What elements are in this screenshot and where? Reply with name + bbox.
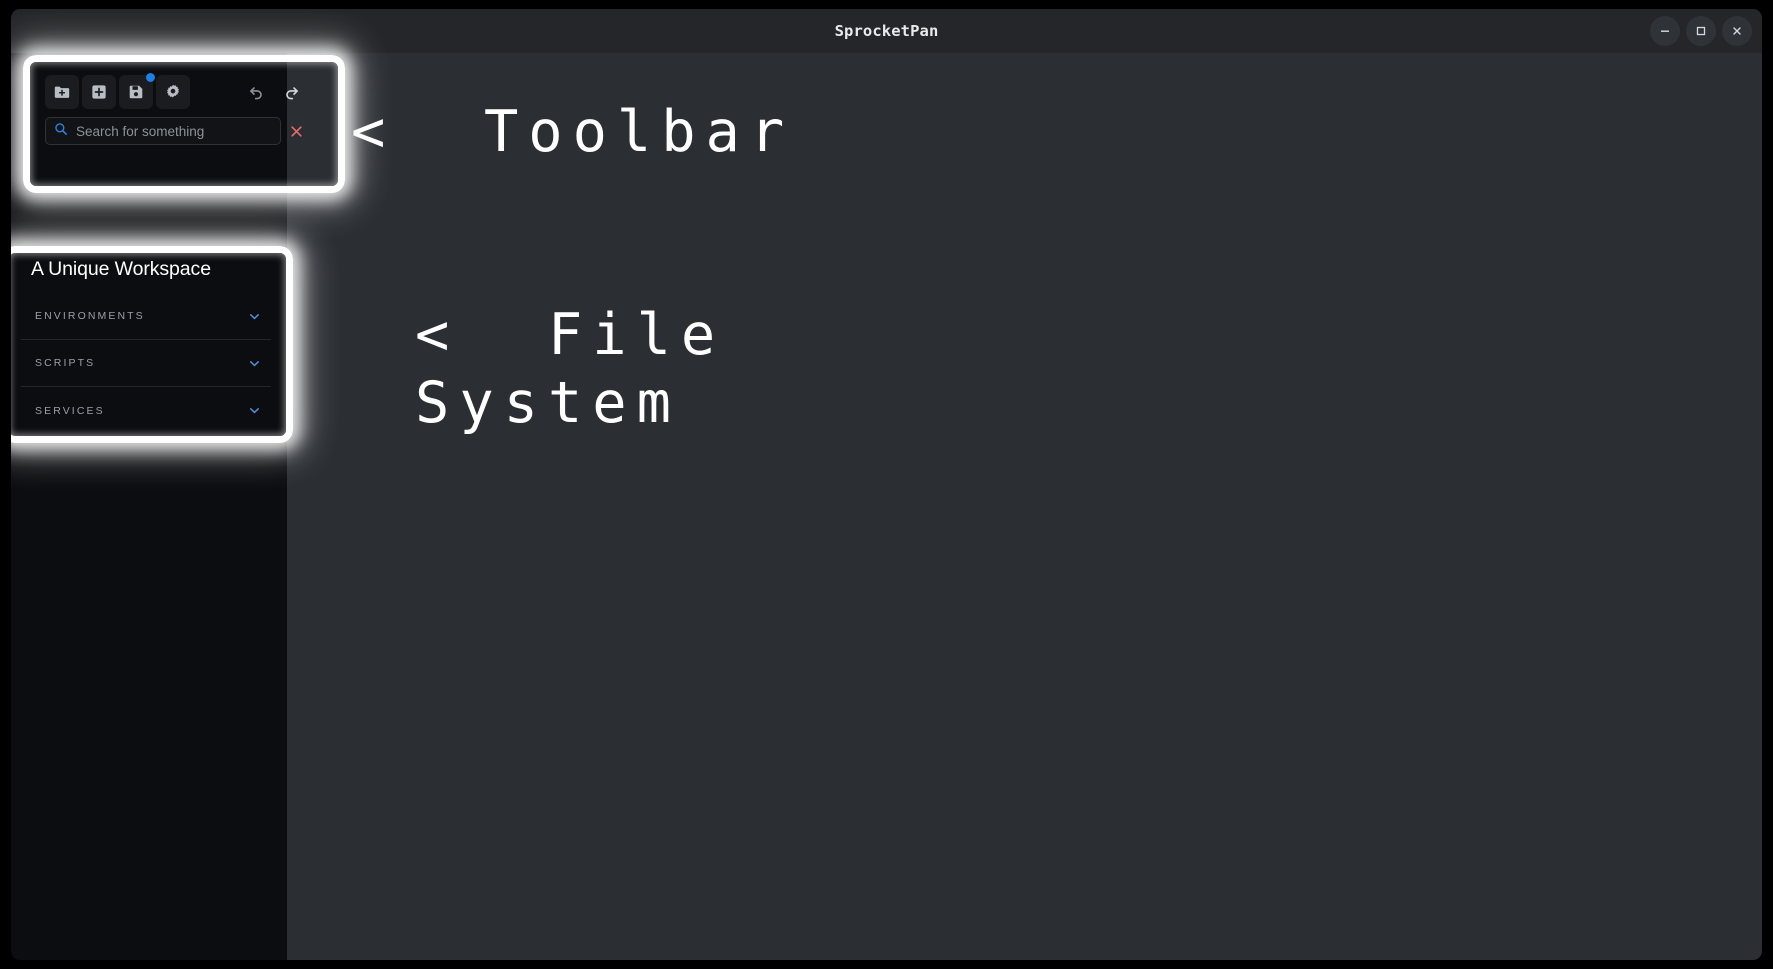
search-input[interactable] xyxy=(76,123,272,139)
annotation-toolbar: < Toolbar xyxy=(351,99,795,165)
sidebar-item-label: SCRIPTS xyxy=(35,357,96,369)
application-window: SprocketPan Search for something A Uniqu… xyxy=(11,9,1762,960)
new-folder-button[interactable] xyxy=(45,75,79,109)
toolbar-panel xyxy=(40,72,314,151)
workspace-title: A Unique Workspace xyxy=(31,258,211,280)
maximize-button[interactable] xyxy=(1686,16,1716,46)
workspace-panel: A Unique Workspace ENVIRONMENTS SCRIPTS … xyxy=(21,258,271,434)
chevron-down-icon[interactable] xyxy=(248,404,261,417)
annotation-file-system-line1: < File xyxy=(415,302,726,368)
window-controls xyxy=(1650,9,1752,53)
search-icon xyxy=(54,122,68,141)
sidebar-item-scripts[interactable]: SCRIPTS xyxy=(21,340,271,387)
undo-button[interactable] xyxy=(238,75,272,109)
minimize-button[interactable] xyxy=(1650,16,1680,46)
chevron-down-icon[interactable] xyxy=(248,310,261,323)
settings-button[interactable] xyxy=(156,75,190,109)
toolbar-button-row xyxy=(40,72,314,109)
window-title: SprocketPan xyxy=(834,22,939,40)
save-badge-dot xyxy=(146,73,155,82)
search-row xyxy=(40,109,314,151)
new-item-button[interactable] xyxy=(82,75,116,109)
annotation-file-system-line2: System xyxy=(415,370,681,437)
search-field[interactable] xyxy=(45,117,281,145)
chevron-down-icon[interactable] xyxy=(248,357,261,370)
sidebar-item-label: SERVICES xyxy=(35,404,105,417)
sidebar: A Unique Workspace ENVIRONMENTS SCRIPTS … xyxy=(11,53,345,960)
sidebar-item-label: ENVIRONMENTS xyxy=(35,310,145,322)
title-bar: SprocketPan xyxy=(11,9,1762,54)
main-content-area: < Toolbar < File System xyxy=(287,53,1762,960)
close-button[interactable] xyxy=(1722,16,1752,46)
sidebar-item-services[interactable]: SERVICES xyxy=(21,387,271,434)
save-button[interactable] xyxy=(119,73,155,109)
window-body: A Unique Workspace ENVIRONMENTS SCRIPTS … xyxy=(11,53,1762,960)
sidebar-item-environments[interactable]: ENVIRONMENTS xyxy=(21,293,271,340)
search-clear-button[interactable] xyxy=(283,118,309,144)
annotation-file-system: < File System xyxy=(415,301,725,438)
redo-button[interactable] xyxy=(275,75,309,109)
